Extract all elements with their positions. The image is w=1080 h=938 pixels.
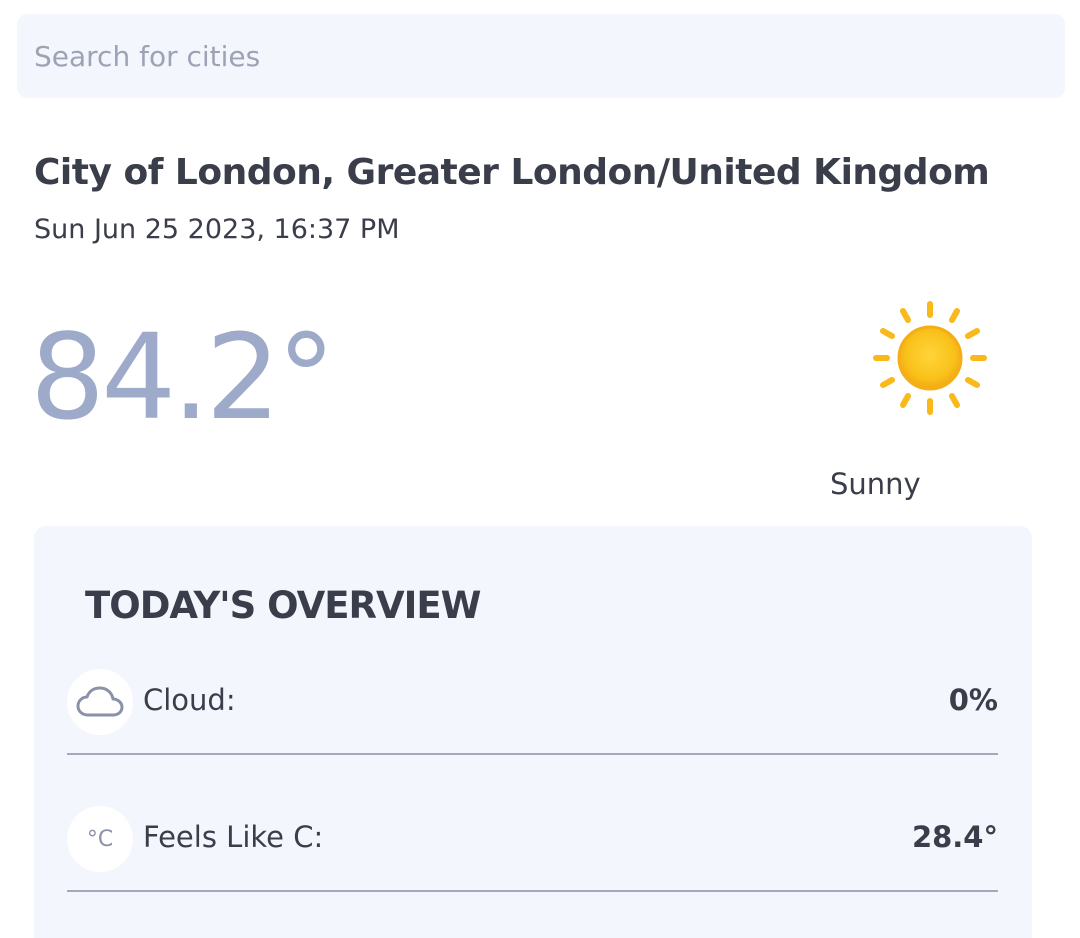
cloud-icon (67, 669, 133, 735)
feels-like-label: Feels Like C: (143, 820, 324, 854)
current-temperature: 84.2° (30, 308, 336, 446)
sun-icon (873, 301, 987, 415)
location-title: City of London, Greater London/United Ki… (34, 152, 990, 193)
overview-title: TODAY'S OVERVIEW (85, 584, 481, 627)
cloud-label: Cloud: (143, 683, 236, 717)
todays-overview-card: TODAY'S OVERVIEW Cloud: 0% °C Feels Like… (34, 526, 1032, 938)
date-time: Sun Jun 25 2023, 16:37 PM (34, 214, 400, 245)
overview-row-feels-like: °C Feels Like C: 28.4° (67, 806, 998, 892)
cloud-value: 0% (948, 683, 998, 717)
celsius-icon-text: °C (86, 826, 114, 852)
search-box[interactable] (17, 14, 1065, 98)
feels-like-value: 28.4° (911, 820, 998, 854)
weather-page: City of London, Greater London/United Ki… (0, 0, 1080, 938)
celsius-icon: °C (67, 806, 133, 872)
search-input[interactable] (17, 14, 1065, 98)
weather-condition: Sunny (830, 467, 921, 501)
overview-row-cloud: Cloud: 0% (67, 669, 998, 755)
